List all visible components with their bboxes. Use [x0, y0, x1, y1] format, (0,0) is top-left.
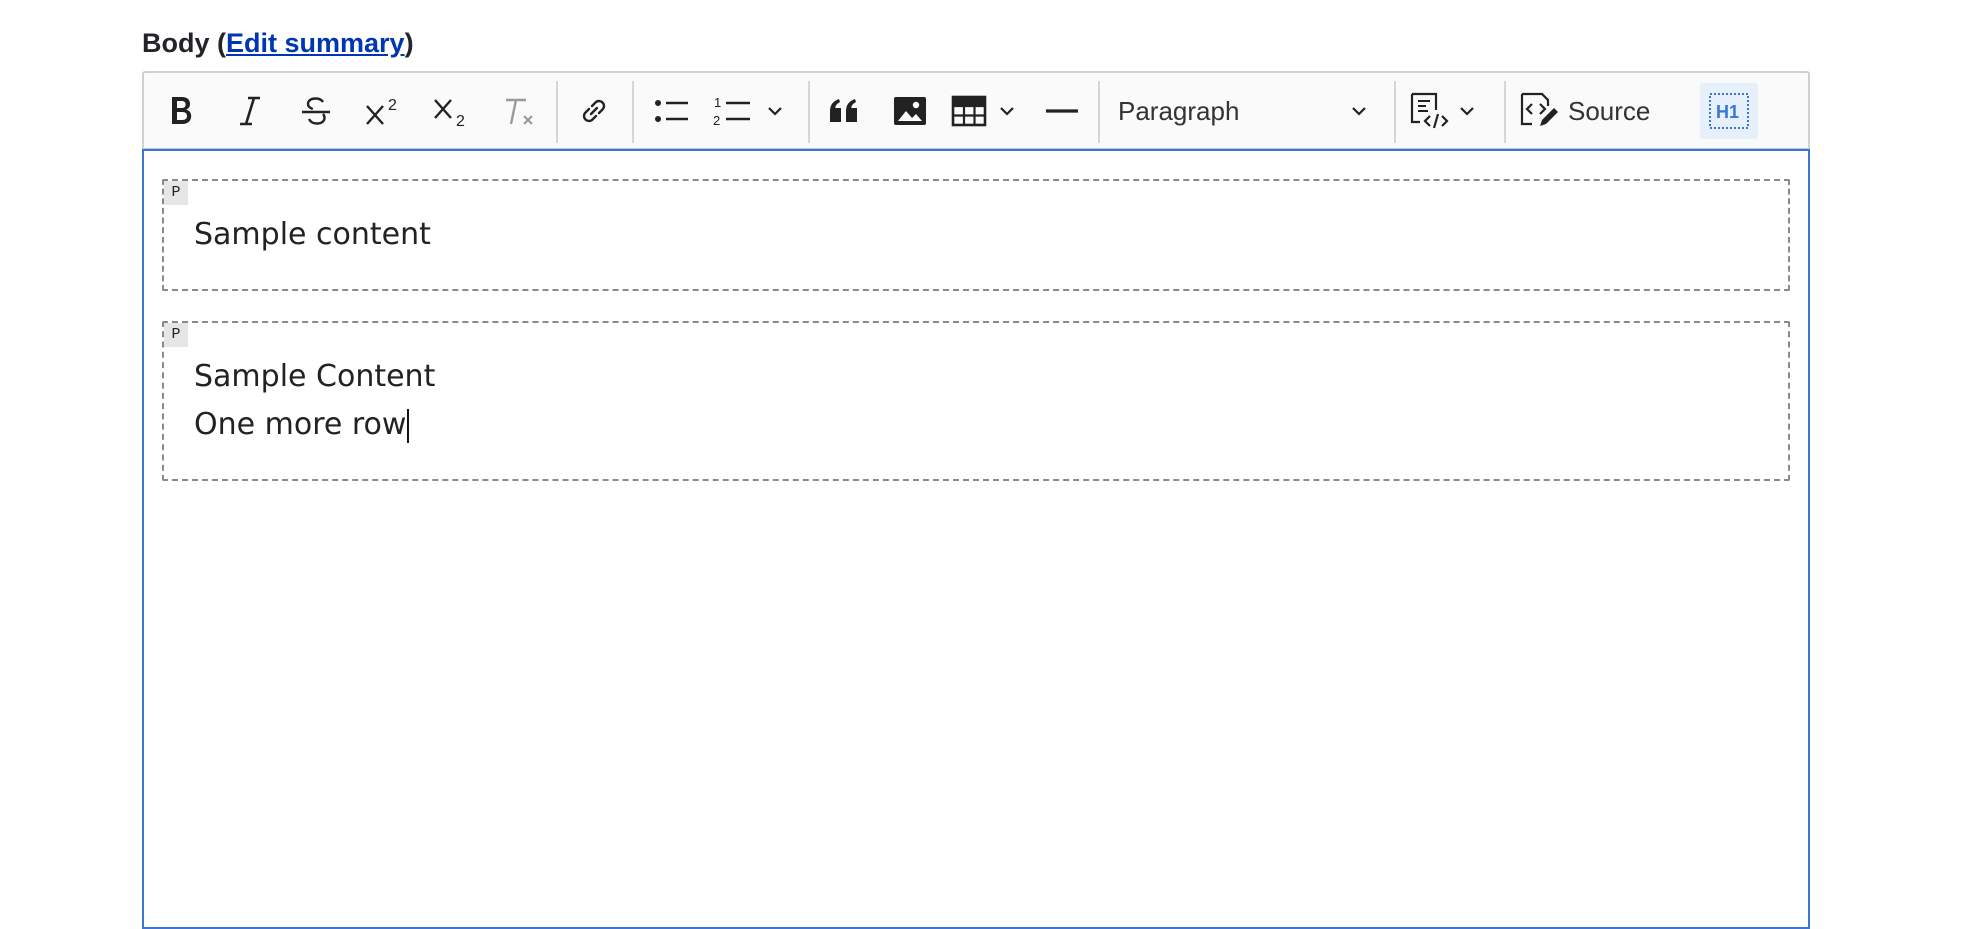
code-block-icon: [1410, 92, 1449, 129]
svg-text:2: 2: [388, 97, 397, 114]
heading-dropdown-value: Paragraph: [1118, 95, 1240, 126]
label-close-paren: ): [404, 28, 414, 58]
paragraph-line: Sample content: [194, 217, 431, 252]
subscript-button[interactable]: 2: [430, 83, 474, 139]
quote-icon: [830, 99, 857, 122]
svg-text:2: 2: [456, 113, 465, 128]
block-tag-label: P: [164, 323, 188, 347]
show-blocks-button[interactable]: H1: [1700, 83, 1758, 139]
heading-dropdown[interactable]: Paragraph: [1114, 83, 1374, 139]
paragraph-line-text: One more row: [194, 407, 407, 442]
table-icon: [951, 95, 987, 127]
numbered-list-icon: 1 2: [713, 95, 750, 128]
chevron-down-icon: [1460, 107, 1474, 116]
toolbar-separator: [1504, 81, 1506, 143]
remove-format-icon: [506, 98, 533, 125]
code-block-button[interactable]: [1408, 83, 1490, 139]
rich-text-editor: 2 2 1 2 Paragraph Source H1 P Sample con…: [142, 71, 1810, 929]
edit-summary-link[interactable]: Edit summary: [226, 28, 405, 58]
text-caret: [407, 408, 410, 443]
chevron-down-icon: [1352, 107, 1366, 116]
toolbar-separator: [1098, 81, 1100, 143]
link-icon: [582, 99, 606, 123]
toolbar-separator: [556, 81, 558, 143]
horizontal-line-icon: [1046, 109, 1078, 113]
toolbar-separator: [808, 81, 810, 143]
italic-icon: [240, 96, 260, 126]
bulleted-list-icon: [655, 100, 688, 122]
svg-text:2: 2: [713, 113, 720, 128]
bold-icon: [172, 97, 192, 124]
paragraph-block[interactable]: P Sample Content One more row: [162, 321, 1790, 481]
paragraph-line-with-caret: One more row: [194, 407, 410, 443]
source-button[interactable]: Source: [1518, 83, 1658, 139]
editor-content-area[interactable]: P Sample content P Sample Content One mo…: [142, 149, 1810, 929]
link-button[interactable]: [572, 83, 616, 139]
paragraph-block[interactable]: P Sample content: [162, 179, 1790, 291]
label-open-paren: (: [209, 28, 226, 58]
insert-table-button[interactable]: [950, 83, 1030, 139]
toolbar-separator: [1394, 81, 1396, 143]
strikethrough-icon: [302, 97, 330, 125]
chevron-down-icon: [768, 107, 782, 116]
body-label-text: Body: [142, 28, 210, 58]
block-quote-button[interactable]: [822, 83, 866, 139]
body-field-label: Body (Edit summary): [142, 28, 414, 59]
chevron-down-icon: [1000, 107, 1014, 116]
image-icon: [894, 97, 926, 125]
editor-toolbar: 2 2 1 2 Paragraph Source H1: [142, 71, 1810, 149]
toolbar-separator: [632, 81, 634, 143]
svg-text:1: 1: [714, 95, 721, 110]
show-blocks-icon: H1: [1709, 93, 1749, 129]
subscript-icon: 2: [434, 99, 465, 128]
source-label: Source: [1568, 95, 1651, 126]
superscript-button[interactable]: 2: [362, 83, 406, 139]
bold-button[interactable]: [162, 83, 202, 139]
block-tag-label: P: [164, 181, 188, 205]
strikethrough-button[interactable]: [296, 83, 336, 139]
horizontal-line-button[interactable]: [1040, 83, 1084, 139]
numbered-list-button[interactable]: 1 2: [712, 83, 792, 139]
paragraph-line: Sample Content: [194, 359, 436, 394]
italic-button[interactable]: [230, 83, 270, 139]
insert-image-button[interactable]: [888, 83, 932, 139]
remove-format-button[interactable]: [498, 83, 542, 139]
superscript-icon: 2: [366, 97, 397, 125]
bulleted-list-button[interactable]: [650, 83, 694, 139]
svg-text:H1: H1: [1716, 102, 1739, 122]
source-edit-icon: [1520, 92, 1558, 126]
